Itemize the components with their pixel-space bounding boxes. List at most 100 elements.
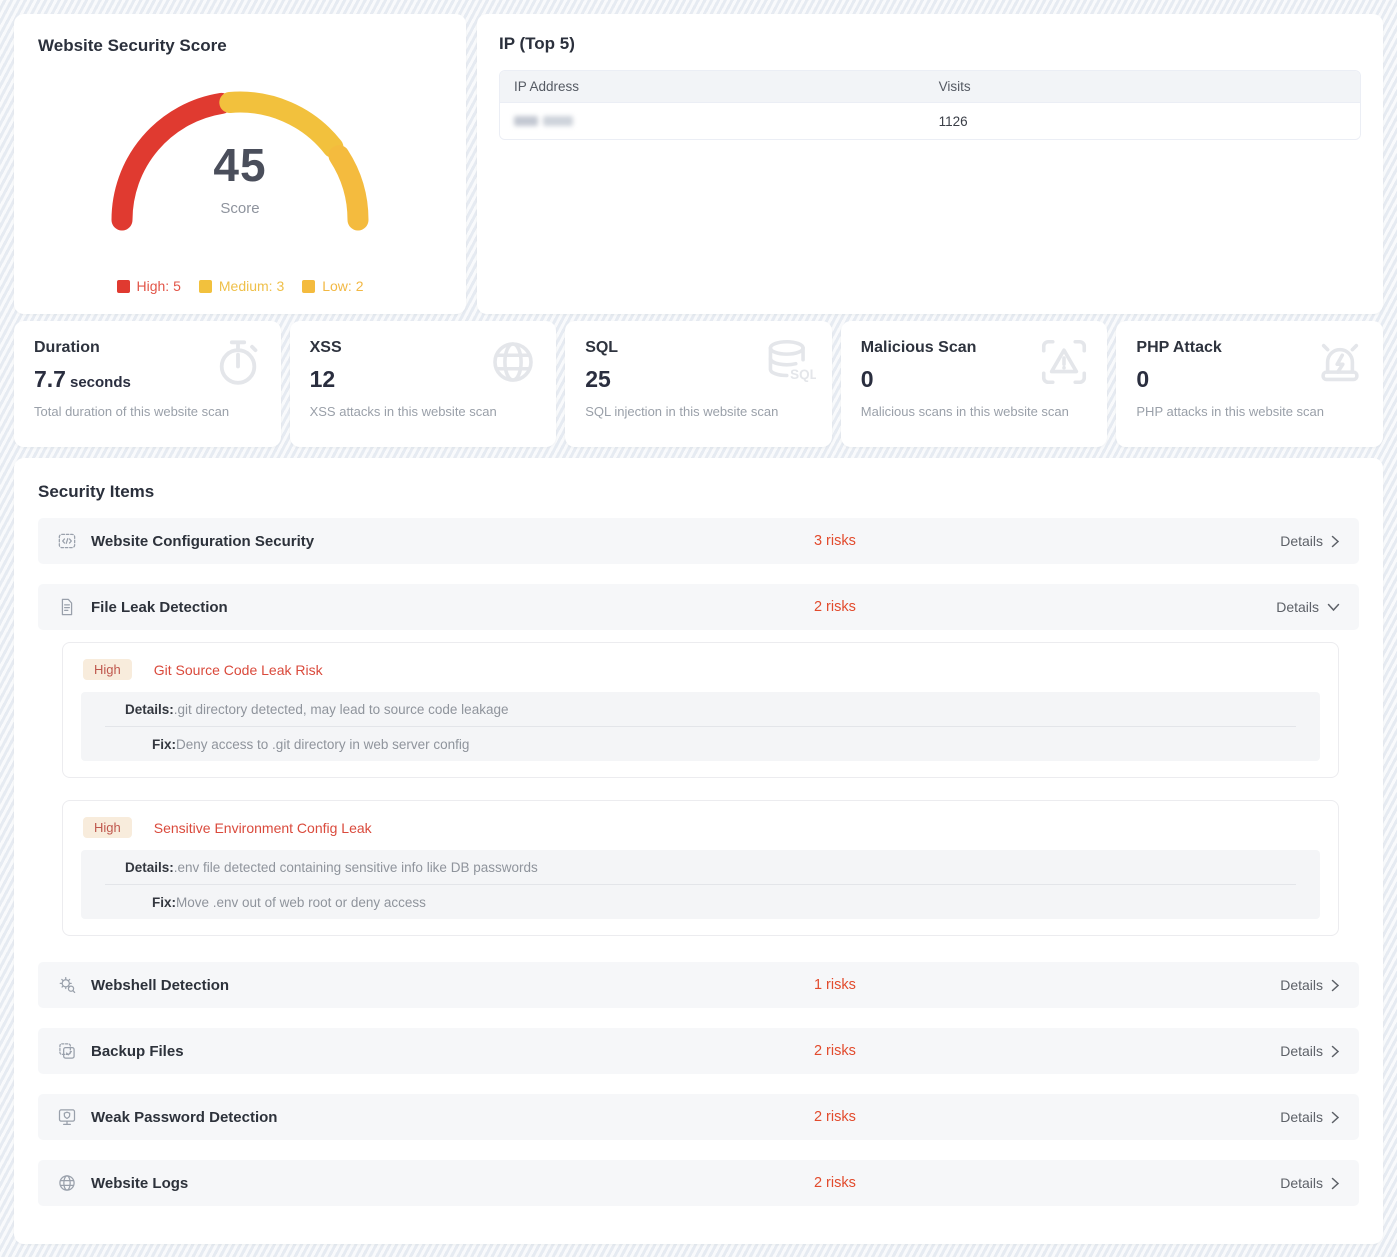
severity-badge: High <box>83 817 132 838</box>
legend-label-high: High: 5 <box>137 278 181 294</box>
code-icon <box>57 531 77 551</box>
legend-swatch-medium-icon <box>199 280 212 293</box>
security-items-title: Security Items <box>38 482 1359 502</box>
chevron-right-icon <box>1331 1111 1340 1124</box>
risk-count: 2 risks <box>814 599 1276 615</box>
xss-stat-card: XSS 12 XSS attacks in this website scan <box>290 321 557 447</box>
document-icon <box>57 597 77 617</box>
score-legend: High: 5 Medium: 3 Low: 2 <box>38 278 442 294</box>
legend-label-low: Low: 2 <box>322 278 363 294</box>
globe-icon <box>486 335 540 394</box>
chevron-down-icon <box>1327 603 1340 612</box>
security-row-label: Webshell Detection <box>91 977 229 994</box>
security-row-backup-files[interactable]: Backup Files 2 risks Details <box>38 1028 1359 1074</box>
ip-table: IP Address Visits 1126 <box>499 70 1361 140</box>
risk-item-git-source-leak: High Git Source Code Leak Risk Details:.… <box>62 642 1339 778</box>
risk-count: 2 risks <box>814 1175 1280 1191</box>
risk-details-line: Details:.git directory detected, may lea… <box>105 692 1296 727</box>
sql-subtitle: SQL injection in this website scan <box>585 404 812 419</box>
legend-label-medium: Medium: 3 <box>219 278 284 294</box>
security-row-webshell-detection[interactable]: Webshell Detection 1 risks Details <box>38 962 1359 1008</box>
security-score-label: Score <box>100 200 380 217</box>
security-row-website-logs[interactable]: Website Logs 2 risks Details <box>38 1160 1359 1206</box>
chevron-right-icon <box>1331 1177 1340 1190</box>
details-link[interactable]: Details <box>1280 1109 1340 1125</box>
security-row-file-leak-detection[interactable]: File Leak Detection 2 risks Details <box>38 584 1359 630</box>
legend-item-low: Low: 2 <box>302 278 363 294</box>
php-attack-value: 0 <box>1136 366 1149 392</box>
duration-stat-card: Duration 7.7seconds Total duration of th… <box>14 321 281 447</box>
scan-stats-row: Duration 7.7seconds Total duration of th… <box>14 321 1383 447</box>
sql-stat-card: SQL 25 SQL injection in this website sca… <box>565 321 832 447</box>
visits-cell: 1126 <box>939 114 1360 129</box>
chevron-right-icon <box>1331 979 1340 992</box>
risk-detail-panel: Details:.env file detected containing se… <box>81 850 1320 919</box>
database-sql-icon: SQL <box>762 335 816 394</box>
siren-icon <box>1313 335 1367 394</box>
php-attack-subtitle: PHP attacks in this website scan <box>1136 404 1363 419</box>
security-row-label: Backup Files <box>91 1043 184 1060</box>
ip-table-row[interactable]: 1126 <box>500 103 1360 139</box>
php-attack-stat-card: PHP Attack 0 PHP attacks in this website… <box>1116 321 1383 447</box>
details-link[interactable]: Details <box>1280 1175 1340 1191</box>
ip-card-title: IP (Top 5) <box>499 34 1361 54</box>
risk-count: 2 risks <box>814 1043 1280 1059</box>
malicious-scan-stat-card: Malicious Scan 0 Malicious scans in this… <box>841 321 1108 447</box>
legend-swatch-high-icon <box>117 280 130 293</box>
security-row-label: Website Logs <box>91 1175 188 1192</box>
details-link[interactable]: Details <box>1280 1043 1340 1059</box>
backup-files-icon <box>57 1041 77 1061</box>
duration-value: 7.7 <box>34 366 66 392</box>
malicious-scan-subtitle: Malicious scans in this website scan <box>861 404 1088 419</box>
ip-top5-card: IP (Top 5) IP Address Visits 1126 <box>477 14 1383 314</box>
ip-address-column-header: IP Address <box>500 79 939 94</box>
details-link[interactable]: Details <box>1280 977 1340 993</box>
legend-item-medium: Medium: 3 <box>199 278 284 294</box>
details-link[interactable]: Details <box>1280 533 1340 549</box>
ip-table-header: IP Address Visits <box>500 71 1360 103</box>
redacted-ip-value <box>514 116 573 126</box>
file-leak-expanded-details: High Git Source Code Leak Risk Details:.… <box>62 642 1339 936</box>
xss-subtitle: XSS attacks in this website scan <box>310 404 537 419</box>
globe-icon <box>57 1173 77 1193</box>
xss-value: 12 <box>310 366 336 392</box>
risk-count: 3 risks <box>814 533 1280 549</box>
risk-fix-line: Fix:Deny access to .git directory in web… <box>105 727 1296 761</box>
details-link-expanded[interactable]: Details <box>1276 599 1340 615</box>
risk-count: 1 risks <box>814 977 1280 993</box>
security-row-label: Website Configuration Security <box>91 533 314 550</box>
visits-column-header: Visits <box>939 79 1360 94</box>
scan-warning-icon <box>1037 335 1091 394</box>
risk-fix-line: Fix:Move .env out of web root or deny ac… <box>105 885 1296 919</box>
security-scan-dashboard: Website Security Score 45 Score Hi <box>0 0 1397 1244</box>
svg-text:SQL: SQL <box>790 367 816 382</box>
malicious-scan-value: 0 <box>861 366 874 392</box>
risk-count: 2 risks <box>814 1109 1280 1125</box>
severity-badge: High <box>83 659 132 680</box>
security-row-website-configuration[interactable]: Website Configuration Security 3 risks D… <box>38 518 1359 564</box>
security-row-label: Weak Password Detection <box>91 1109 277 1126</box>
score-card-title: Website Security Score <box>38 36 442 56</box>
risk-details-line: Details:.env file detected containing se… <box>105 850 1296 885</box>
monitor-shield-icon <box>57 1107 77 1127</box>
risk-title: Git Source Code Leak Risk <box>154 662 323 678</box>
legend-swatch-low-icon <box>302 280 315 293</box>
risk-title: Sensitive Environment Config Leak <box>154 820 372 836</box>
website-security-score-card: Website Security Score 45 Score Hi <box>14 14 466 314</box>
security-score-gauge: 45 Score <box>100 80 380 238</box>
legend-item-high: High: 5 <box>117 278 181 294</box>
risk-item-env-config-leak: High Sensitive Environment Config Leak D… <box>62 800 1339 936</box>
risk-detail-panel: Details:.git directory detected, may lea… <box>81 692 1320 761</box>
duration-unit: seconds <box>70 374 131 391</box>
gear-search-icon <box>57 975 77 995</box>
security-items-card: Security Items Website Configuration Sec… <box>14 458 1383 1244</box>
ip-address-cell <box>500 114 939 129</box>
security-row-weak-password[interactable]: Weak Password Detection 2 risks Details <box>38 1094 1359 1140</box>
duration-subtitle: Total duration of this website scan <box>34 404 261 419</box>
chevron-right-icon <box>1331 1045 1340 1058</box>
stopwatch-icon <box>211 335 265 394</box>
chevron-right-icon <box>1331 535 1340 548</box>
security-row-label: File Leak Detection <box>91 599 228 616</box>
sql-value: 25 <box>585 366 611 392</box>
security-score-value: 45 <box>100 142 380 188</box>
